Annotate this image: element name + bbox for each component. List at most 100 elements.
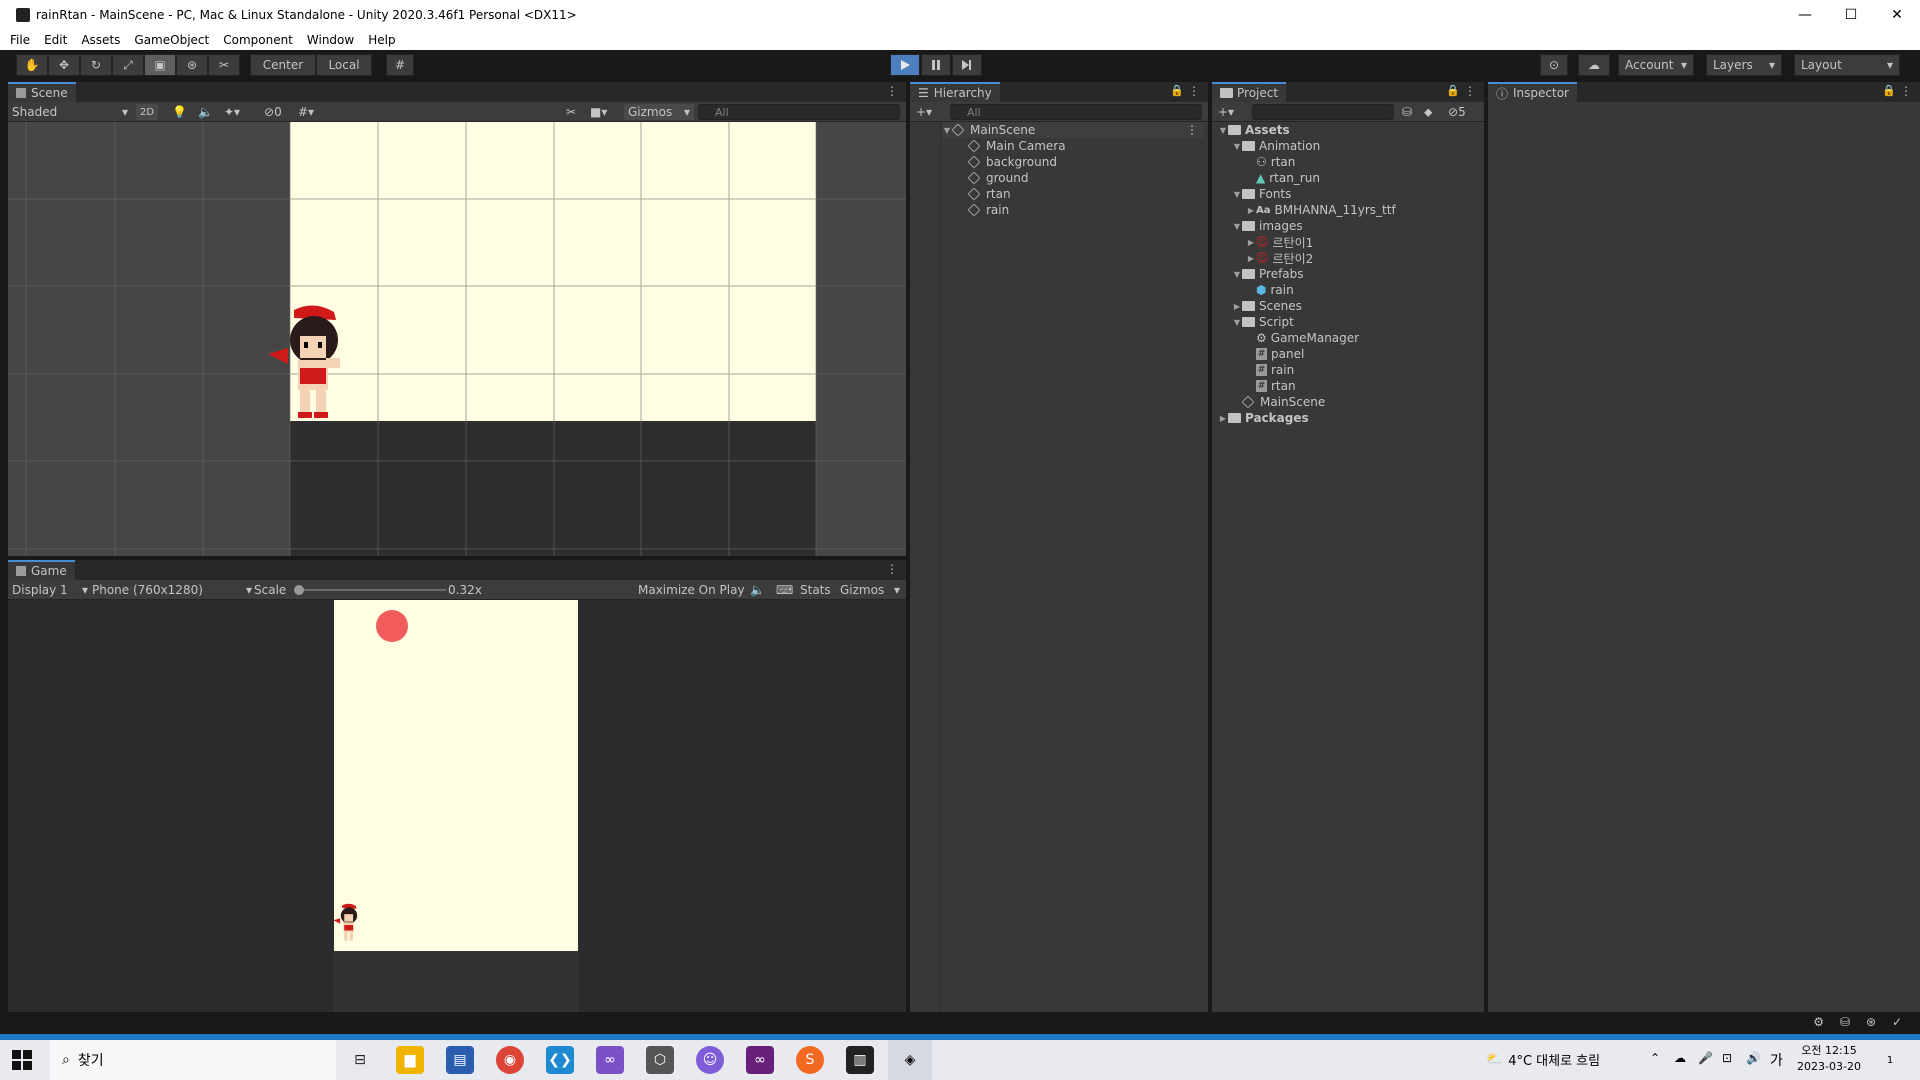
- microphone-icon[interactable]: 🎤: [1698, 1051, 1713, 1065]
- menu-gameobject[interactable]: GameObject: [134, 33, 209, 47]
- project-tree-item[interactable]: ▼ Prefabs: [1232, 266, 1304, 282]
- project-tree-item[interactable]: ▼ Animation: [1232, 138, 1320, 154]
- ime-indicator[interactable]: 가: [1770, 1050, 1783, 1070]
- task-view-icon[interactable]: ⊟: [346, 1046, 374, 1074]
- project-tree-item[interactable]: ⚙ GameManager: [1246, 330, 1359, 346]
- hierarchy-item[interactable]: ground: [967, 170, 1028, 186]
- tools-icon[interactable]: ✂: [566, 104, 576, 120]
- project-tree-item[interactable]: ▶ Aa BMHANNA_11yrs_ttf: [1246, 202, 1396, 218]
- audio-icon[interactable]: 🔈: [198, 104, 213, 120]
- progress-icon[interactable]: ⚙: [1813, 1015, 1824, 1029]
- project-tree-item[interactable]: ▶ ☺ 르탄이2: [1246, 250, 1313, 266]
- camera-icon[interactable]: ■▾: [590, 104, 607, 120]
- resolution-dropdown[interactable]: Phone (760x1280) ▾: [92, 582, 252, 598]
- hierarchy-item[interactable]: rain: [967, 202, 1009, 218]
- minimize-button[interactable]: —: [1782, 0, 1828, 30]
- search-by-label-icon[interactable]: ⬥: [1424, 104, 1432, 120]
- project-tree-item[interactable]: ▶ ☺ 르탄이1: [1246, 234, 1313, 250]
- game-viewport[interactable]: [8, 600, 906, 1012]
- maximize-on-play-toggle[interactable]: Maximize On Play: [638, 582, 745, 598]
- hand-tool-icon[interactable]: ✋: [16, 54, 48, 76]
- custom-tool-icon[interactable]: ✂: [208, 54, 240, 76]
- panel-menu-icon[interactable]: ⋮: [1188, 84, 1200, 98]
- menu-component[interactable]: Component: [223, 33, 293, 47]
- hierarchy-item[interactable]: Main Camera: [967, 138, 1066, 154]
- taskbar-search-box[interactable]: ⌕ 찾기: [50, 1040, 336, 1080]
- game-gizmos-dropdown[interactable]: Gizmos ▾: [840, 582, 900, 598]
- notification-center-icon[interactable]: 1: [1880, 1050, 1900, 1070]
- project-tree-item[interactable]: ⚇ rtan: [1246, 154, 1295, 170]
- rotate-tool-icon[interactable]: ↻: [80, 54, 112, 76]
- project-tree-item[interactable]: MainScene: [1232, 394, 1325, 410]
- hierarchy-item[interactable]: background: [967, 154, 1057, 170]
- panel-menu-icon[interactable]: ⋮: [1900, 84, 1912, 98]
- panel-menu-icon[interactable]: ⋮: [1464, 84, 1476, 98]
- project-tree-item[interactable]: # panel: [1246, 346, 1304, 362]
- visual-studio-2-icon[interactable]: ∞: [746, 1046, 774, 1074]
- project-tree-item[interactable]: ▼ Fonts: [1232, 186, 1291, 202]
- scale-tool-icon[interactable]: ⤢: [112, 54, 144, 76]
- file-explorer-icon[interactable]: ▆: [396, 1046, 424, 1074]
- book-app-icon[interactable]: ▥: [846, 1046, 874, 1074]
- 2d-toggle[interactable]: 2D: [136, 104, 158, 120]
- pause-button[interactable]: [921, 54, 951, 76]
- account-dropdown[interactable]: Account ▾: [1618, 54, 1694, 76]
- panel-menu-icon[interactable]: ⋮: [886, 562, 898, 576]
- onedrive-icon[interactable]: ☁: [1674, 1051, 1686, 1065]
- create-asset-dropdown[interactable]: +▾: [1218, 104, 1234, 120]
- project-tree-item[interactable]: ▶ Scenes: [1232, 298, 1302, 314]
- tab-scene[interactable]: Scene: [8, 82, 76, 102]
- scale-slider[interactable]: [294, 585, 446, 595]
- cache-icon[interactable]: ⛁: [1840, 1015, 1850, 1029]
- layout-dropdown[interactable]: Layout ▾: [1794, 54, 1900, 76]
- hidden-objects-icon[interactable]: ⊘ 0: [264, 104, 282, 120]
- collab-icon[interactable]: ⊙: [1540, 54, 1568, 76]
- rect-tool-icon[interactable]: ▣: [144, 54, 176, 76]
- grid-toggle-icon[interactable]: #▾: [298, 104, 314, 120]
- lock-icon[interactable]: 🔒: [1882, 84, 1896, 97]
- project-tree-item[interactable]: ▲ rtan_run: [1246, 170, 1320, 186]
- hidden-packages-icon[interactable]: ⊘ 5: [1448, 104, 1466, 120]
- tab-game[interactable]: Game: [8, 560, 75, 580]
- transform-tool-icon[interactable]: ⊛: [176, 54, 208, 76]
- chevron-up-icon[interactable]: ⌃: [1650, 1051, 1660, 1065]
- clock[interactable]: 오전 12:15 2023-03-20: [1794, 1043, 1864, 1075]
- tab-project[interactable]: Project: [1212, 82, 1287, 102]
- effects-icon[interactable]: ✦▾: [224, 104, 240, 120]
- notification-icon[interactable]: ✓: [1892, 1015, 1902, 1029]
- pivot-local-toggle[interactable]: Local: [316, 54, 372, 76]
- discord-icon[interactable]: ☺: [696, 1046, 724, 1074]
- hierarchy-search-input[interactable]: All: [950, 104, 1202, 120]
- tab-inspector[interactable]: ⓘ Inspector: [1488, 82, 1577, 102]
- menu-help[interactable]: Help: [368, 33, 395, 47]
- project-tree-item[interactable]: ▼ images: [1232, 218, 1303, 234]
- project-tree-item[interactable]: ⬢ rain: [1246, 282, 1294, 298]
- step-button[interactable]: [952, 54, 982, 76]
- stats-toggle[interactable]: Stats: [800, 582, 831, 598]
- menu-file[interactable]: File: [10, 33, 30, 47]
- windows-start-icon[interactable]: [12, 1050, 32, 1070]
- menu-assets[interactable]: Assets: [81, 33, 120, 47]
- play-button[interactable]: [890, 54, 920, 76]
- maximize-button[interactable]: ☐: [1828, 0, 1874, 30]
- project-search-input[interactable]: [1252, 104, 1394, 120]
- shading-mode-dropdown[interactable]: Shaded ▾: [12, 104, 128, 120]
- scene-search-input[interactable]: All: [698, 104, 900, 120]
- weather-widget[interactable]: ⛅ 4°C 대체로 흐림: [1486, 1050, 1600, 1069]
- menu-edit[interactable]: Edit: [44, 33, 67, 47]
- store-icon[interactable]: ▤: [446, 1046, 474, 1074]
- chrome-icon[interactable]: ◉: [496, 1046, 524, 1074]
- lock-icon[interactable]: 🔒: [1170, 84, 1184, 97]
- volume-icon[interactable]: 🔊: [1746, 1051, 1761, 1065]
- project-tree-item[interactable]: ▶ Packages: [1218, 410, 1309, 426]
- unity-editor-taskbar-icon[interactable]: ◈: [888, 1040, 932, 1080]
- vscode-icon[interactable]: ❮❯: [546, 1046, 574, 1074]
- move-tool-icon[interactable]: ✥: [48, 54, 80, 76]
- menu-window[interactable]: Window: [307, 33, 354, 47]
- project-tree-item[interactable]: ▼ Script: [1232, 314, 1294, 330]
- lighting-icon[interactable]: 💡: [172, 104, 187, 120]
- scale-slider-handle[interactable]: [294, 585, 304, 595]
- panel-menu-icon[interactable]: ⋮: [886, 84, 898, 98]
- cloud-icon[interactable]: ☁: [1578, 54, 1610, 76]
- search-by-type-icon[interactable]: ⛁: [1402, 104, 1412, 120]
